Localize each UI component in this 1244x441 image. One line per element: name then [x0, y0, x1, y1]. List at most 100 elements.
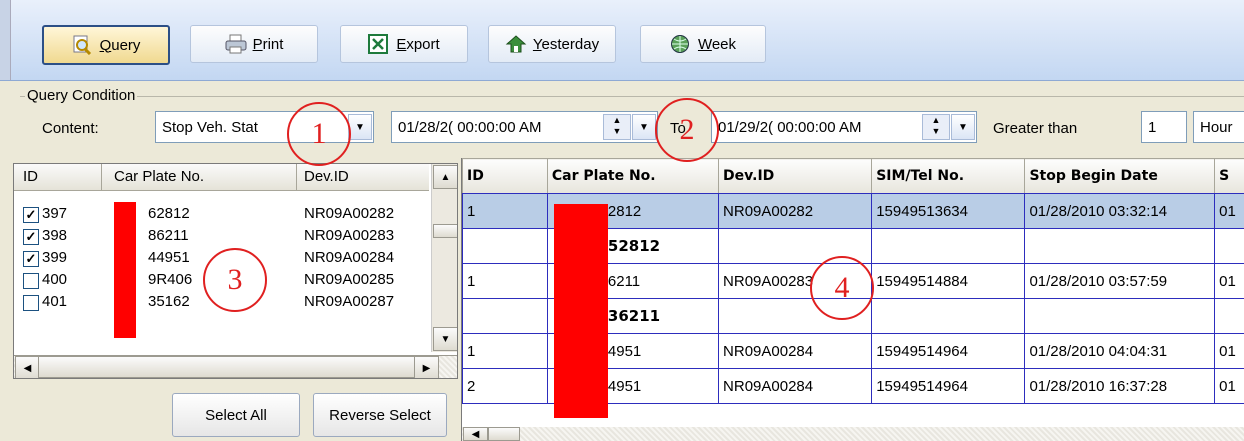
week-button[interactable]: Week [640, 25, 766, 63]
vertical-scrollbar[interactable]: ▲ ▼ [431, 164, 457, 352]
cell-truncated: 01 [1214, 368, 1244, 404]
row-id: 400 [42, 271, 68, 288]
annotation-circle-3: 3 [203, 248, 267, 312]
row-plate: 35162 [148, 293, 190, 310]
to-datetime-picker[interactable]: 01/29/2( 00:00:00 AM ▲ ▼ ▼ [711, 111, 977, 143]
print-label: Print [252, 35, 284, 53]
from-datetime-value: 01/28/2( 00:00:00 AM [398, 118, 542, 136]
cell-devid: NR09A00284 [718, 333, 873, 369]
to-datetime-value: 01/29/2( 00:00:00 AM [718, 118, 862, 136]
scroll-left-icon[interactable]: ◀ [15, 356, 40, 378]
scroll-thumb[interactable] [433, 224, 457, 238]
magnifier-icon [72, 35, 92, 56]
unit-value: Hour [1200, 118, 1233, 136]
chevron-down-icon[interactable]: ▼ [348, 114, 372, 140]
cell-truncated: 01 [1214, 333, 1244, 369]
col-header-devid[interactable]: Dev.ID [718, 158, 873, 194]
row-id: 398 [42, 227, 68, 244]
col-header-devid[interactable]: Dev.ID [304, 168, 349, 185]
cell-sim [871, 228, 1026, 264]
cell-stop-begin: 01/28/2010 04:04:31 [1024, 333, 1216, 369]
toolbar: Query Print Export Yesterday Week [0, 0, 1244, 81]
query-condition-label: Query Condition [25, 87, 138, 104]
cell-sim: 15949513634 [871, 193, 1026, 229]
row-devid: NR09A00287 [304, 293, 395, 310]
row-plate: 44951 [148, 249, 190, 266]
scroll-right-icon[interactable]: ▶ [414, 356, 439, 378]
unit-combobox[interactable]: Hour [1193, 111, 1244, 143]
horizontal-scrollbar[interactable]: ◀ ▶ [14, 355, 457, 378]
toolbar-grip[interactable] [0, 0, 11, 80]
yesterday-button[interactable]: Yesterday [488, 25, 616, 63]
row-devid: NR09A00283 [304, 227, 395, 244]
cell-stop-begin: 01/28/2010 03:32:14 [1024, 193, 1216, 229]
print-button[interactable]: Print [190, 25, 318, 63]
row-id: 399 [42, 249, 68, 266]
row-checkbox[interactable]: ✓ [23, 229, 39, 245]
from-spin-icon[interactable]: ▲ ▼ [603, 114, 631, 140]
greater-than-input[interactable]: 1 [1141, 111, 1187, 143]
cell-stop-begin [1024, 298, 1216, 334]
cell-sim: 15949514884 [871, 263, 1026, 299]
cell-id: 2 [462, 368, 548, 404]
col-header-plate[interactable]: Car Plate No. [546, 158, 720, 194]
row-checkbox[interactable]: ✓ [23, 251, 39, 267]
scroll-down-icon[interactable]: ▼ [433, 327, 457, 351]
cell-devid: NR09A00282 [718, 193, 873, 229]
cell-stop-begin: 01/28/2010 03:57:59 [1024, 263, 1216, 299]
reverse-select-button[interactable]: Reverse Select [313, 393, 447, 437]
list-item[interactable]: ✓ 398 86211 NR09A00283 [14, 226, 429, 248]
export-button[interactable]: Export [340, 25, 468, 63]
to-spin-icon[interactable]: ▲ ▼ [922, 114, 950, 140]
annotation-circle-2: 2 [655, 98, 719, 162]
col-header-sim[interactable]: SIM/Tel No. [871, 158, 1026, 194]
row-checkbox[interactable]: ✓ [23, 207, 39, 223]
week-label: Week [697, 35, 737, 53]
row-plate: 86211 [148, 227, 189, 244]
row-devid: NR09A00285 [304, 271, 395, 288]
query-button[interactable]: Query [42, 25, 170, 65]
row-devid: NR09A00284 [304, 249, 395, 266]
row-plate: 62812 [148, 205, 190, 222]
content-label: Content: [42, 120, 99, 137]
from-datetime-picker[interactable]: 01/28/2( 00:00:00 AM ▲ ▼ ▼ [391, 111, 658, 143]
list-item[interactable]: ✓ 397 62812 NR09A00282 [14, 204, 429, 226]
greater-than-value: 1 [1148, 118, 1157, 136]
scroll-thumb[interactable] [38, 356, 415, 378]
export-label: Export [396, 35, 440, 53]
scroll-left-icon[interactable]: ◀ [463, 427, 488, 441]
column-divider[interactable] [296, 164, 297, 190]
row-checkbox[interactable] [23, 295, 39, 311]
col-header-truncated[interactable]: S [1214, 158, 1244, 194]
scroll-up-icon[interactable]: ▲ [433, 165, 457, 189]
col-header-id[interactable]: ID [23, 168, 38, 185]
row-checkbox[interactable] [23, 273, 39, 289]
results-header-row: ID Car Plate No. Dev.ID SIM/Tel No. Stop… [462, 158, 1244, 194]
cell-sim: 15949514964 [871, 368, 1026, 404]
content-value: Stop Veh. Stat [162, 118, 258, 136]
scroll-thumb[interactable] [488, 427, 520, 441]
globe-week-icon [670, 34, 690, 54]
yesterday-label: Yesterday [532, 35, 600, 53]
horizontal-scrollbar[interactable]: ◀ [462, 427, 1244, 441]
chevron-down-icon[interactable]: ▼ [951, 114, 975, 140]
select-all-button[interactable]: Select All [172, 393, 300, 437]
redaction-mark [114, 202, 136, 338]
row-id: 401 [42, 293, 68, 310]
greater-than-label: Greater than [993, 120, 1078, 137]
annotation-circle-4: 4 [810, 256, 874, 320]
cell-sim [871, 298, 1026, 334]
col-header-id[interactable]: ID [462, 158, 548, 194]
cell-devid: NR09A00284 [718, 368, 873, 404]
cell-id: 1 [462, 333, 548, 369]
row-plate: 9R406 [148, 271, 193, 288]
col-header-stop-begin[interactable]: Stop Begin Date [1024, 158, 1216, 194]
column-divider[interactable] [101, 164, 102, 190]
redaction-mark [554, 204, 608, 418]
cell-truncated: 01 [1214, 263, 1244, 299]
cell-id [462, 228, 548, 264]
query-label: Query [99, 36, 141, 54]
col-header-plate[interactable]: Car Plate No. [114, 168, 204, 185]
chevron-down-icon[interactable]: ▼ [632, 114, 656, 140]
cell-id: 1 [462, 263, 548, 299]
